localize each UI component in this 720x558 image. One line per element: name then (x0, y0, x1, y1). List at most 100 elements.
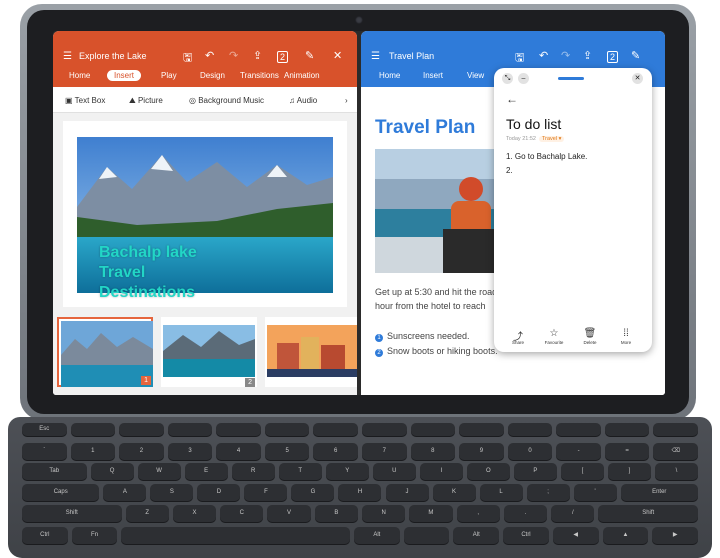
minimize-icon[interactable]: – (518, 73, 529, 84)
key-row1-13[interactable] (653, 423, 698, 436)
key-row2-5[interactable]: 5 (264, 443, 310, 460)
key-row2-4[interactable]: 4 (216, 443, 261, 460)
key-row5-7[interactable]: M (409, 505, 453, 522)
key-row3-5[interactable]: T (278, 463, 322, 480)
back-arrow-icon[interactable]: ← (506, 92, 518, 106)
key-row3-12[interactable]: ] (607, 463, 651, 480)
todo-item-2[interactable]: 2. (506, 166, 513, 175)
pen-icon[interactable]: ✎ (305, 49, 314, 62)
key-row3-4[interactable]: R (231, 463, 275, 480)
key-row4-2[interactable]: S (150, 484, 194, 501)
key-row5-10[interactable]: / (551, 505, 595, 522)
key-row5-5[interactable]: B (314, 505, 358, 522)
key-row5-1[interactable]: Z (125, 505, 169, 522)
key-row6-3[interactable]: Alt (354, 527, 400, 544)
key-row1-6[interactable] (313, 423, 358, 436)
todo-item-1[interactable]: 1. Go to Bachalp Lake. (506, 152, 587, 161)
slide-thumbnail-1[interactable]: 1 (57, 317, 153, 387)
slide-title-text[interactable]: Bachalp lake Travel Destinations (99, 243, 197, 303)
chevron-right-icon[interactable]: › (345, 96, 348, 105)
key-row5-11[interactable]: Shift (598, 505, 698, 522)
page-count-icon[interactable]: 2 (607, 51, 619, 63)
drag-handle[interactable] (558, 77, 584, 80)
tab-transitions[interactable]: Transitions (240, 71, 279, 80)
save-icon[interactable]: 🖫 (183, 49, 192, 68)
key-row3-3[interactable]: E (184, 463, 228, 480)
key-row3-7[interactable]: U (372, 463, 416, 480)
key-row1-0[interactable]: Esc (22, 423, 67, 436)
close-icon[interactable]: ✕ (632, 73, 643, 84)
undo-icon[interactable]: ↶ (539, 49, 548, 62)
undo-icon[interactable]: ↶ (205, 49, 214, 62)
key-row4-0[interactable]: Caps (22, 484, 100, 501)
tab-design[interactable]: Design (200, 71, 225, 80)
key-row6-6[interactable]: Ctrl (503, 527, 549, 544)
key-row4-3[interactable]: D (197, 484, 241, 501)
menu-icon[interactable]: ☰ (63, 51, 72, 62)
key-row3-1[interactable]: Q (90, 463, 134, 480)
share-icon[interactable]: ⇪ (253, 49, 262, 62)
delete-button[interactable]: 🗑 Delete (572, 328, 608, 345)
key-row3-2[interactable]: W (137, 463, 181, 480)
share-button[interactable]: ⤴ Share (500, 328, 536, 345)
key-row6-7[interactable]: ◀ (552, 527, 599, 544)
key-row5-8[interactable]: , (456, 505, 500, 522)
key-row4-8[interactable]: K (432, 484, 476, 501)
key-row3-11[interactable]: [ (560, 463, 604, 480)
key-row2-7[interactable]: 7 (362, 443, 407, 460)
redo-icon[interactable]: ↷ (229, 49, 238, 62)
key-row6-4[interactable] (403, 527, 450, 544)
key-row4-1[interactable]: A (103, 484, 147, 501)
key-row4-7[interactable]: J (385, 484, 429, 501)
key-row2-12[interactable]: = (604, 443, 650, 460)
tab-play[interactable]: Play (161, 71, 177, 80)
key-row1-3[interactable] (167, 423, 213, 436)
note-category-tag[interactable]: Travel ▾ (538, 136, 565, 142)
key-row5-9[interactable]: . (503, 505, 548, 522)
key-row6-2[interactable] (121, 527, 350, 544)
slide-thumbnail-3[interactable] (265, 317, 357, 387)
key-row6-9[interactable]: ▶ (652, 527, 698, 544)
key-row4-11[interactable]: ' (573, 484, 617, 501)
key-row1-12[interactable] (604, 423, 650, 436)
key-row4-4[interactable]: F (244, 484, 288, 501)
key-row1-7[interactable] (362, 423, 407, 436)
key-row1-8[interactable] (410, 423, 456, 436)
key-row5-4[interactable]: V (267, 505, 311, 522)
pen-icon[interactable]: ✎ (631, 49, 640, 62)
key-row2-6[interactable]: 6 (313, 443, 358, 460)
tab-animation[interactable]: Animation (284, 71, 320, 80)
key-row4-5[interactable]: G (291, 484, 335, 501)
tab-insert[interactable]: Insert (107, 70, 142, 81)
slide-canvas[interactable]: Bachalp lake Travel Destinations (63, 121, 347, 307)
key-row5-2[interactable]: X (172, 505, 217, 522)
key-row4-9[interactable]: L (479, 484, 523, 501)
key-row1-4[interactable] (216, 423, 261, 436)
key-row5-3[interactable]: C (220, 505, 264, 522)
key-row5-0[interactable]: Shift (22, 505, 122, 522)
slide-thumbnail-2[interactable]: 2 (161, 317, 257, 387)
key-row6-1[interactable]: Fn (71, 527, 118, 544)
key-row2-2[interactable]: 2 (119, 443, 164, 460)
note-title[interactable]: To do list (506, 116, 561, 132)
key-row1-9[interactable] (459, 423, 504, 436)
key-row1-5[interactable] (264, 423, 310, 436)
key-row2-9[interactable]: 9 (459, 443, 504, 460)
key-row4-10[interactable]: ; (526, 484, 570, 501)
audio-tool[interactable]: ♫ Audio (289, 96, 317, 105)
key-row2-13[interactable]: ⌫ (653, 443, 698, 460)
key-row2-10[interactable]: 0 (507, 443, 553, 460)
background-music-tool[interactable]: ◎ Background Music (189, 96, 264, 105)
key-row3-8[interactable]: I (419, 463, 463, 480)
save-icon[interactable]: 🖫 (515, 49, 524, 68)
key-row3-0[interactable]: Tab (22, 463, 87, 480)
key-row3-6[interactable]: Y (325, 463, 369, 480)
picture-tool[interactable]: ⛰ Picture (129, 96, 163, 106)
key-row2-8[interactable]: 8 (410, 443, 456, 460)
key-row3-10[interactable]: P (513, 463, 557, 480)
key-row2-1[interactable]: 1 (70, 443, 116, 460)
note-title-bar[interactable]: ⤡ – ✕ (494, 68, 652, 90)
key-row1-11[interactable] (556, 423, 601, 436)
key-row1-1[interactable] (70, 423, 116, 436)
key-row6-0[interactable]: Ctrl (22, 527, 68, 544)
